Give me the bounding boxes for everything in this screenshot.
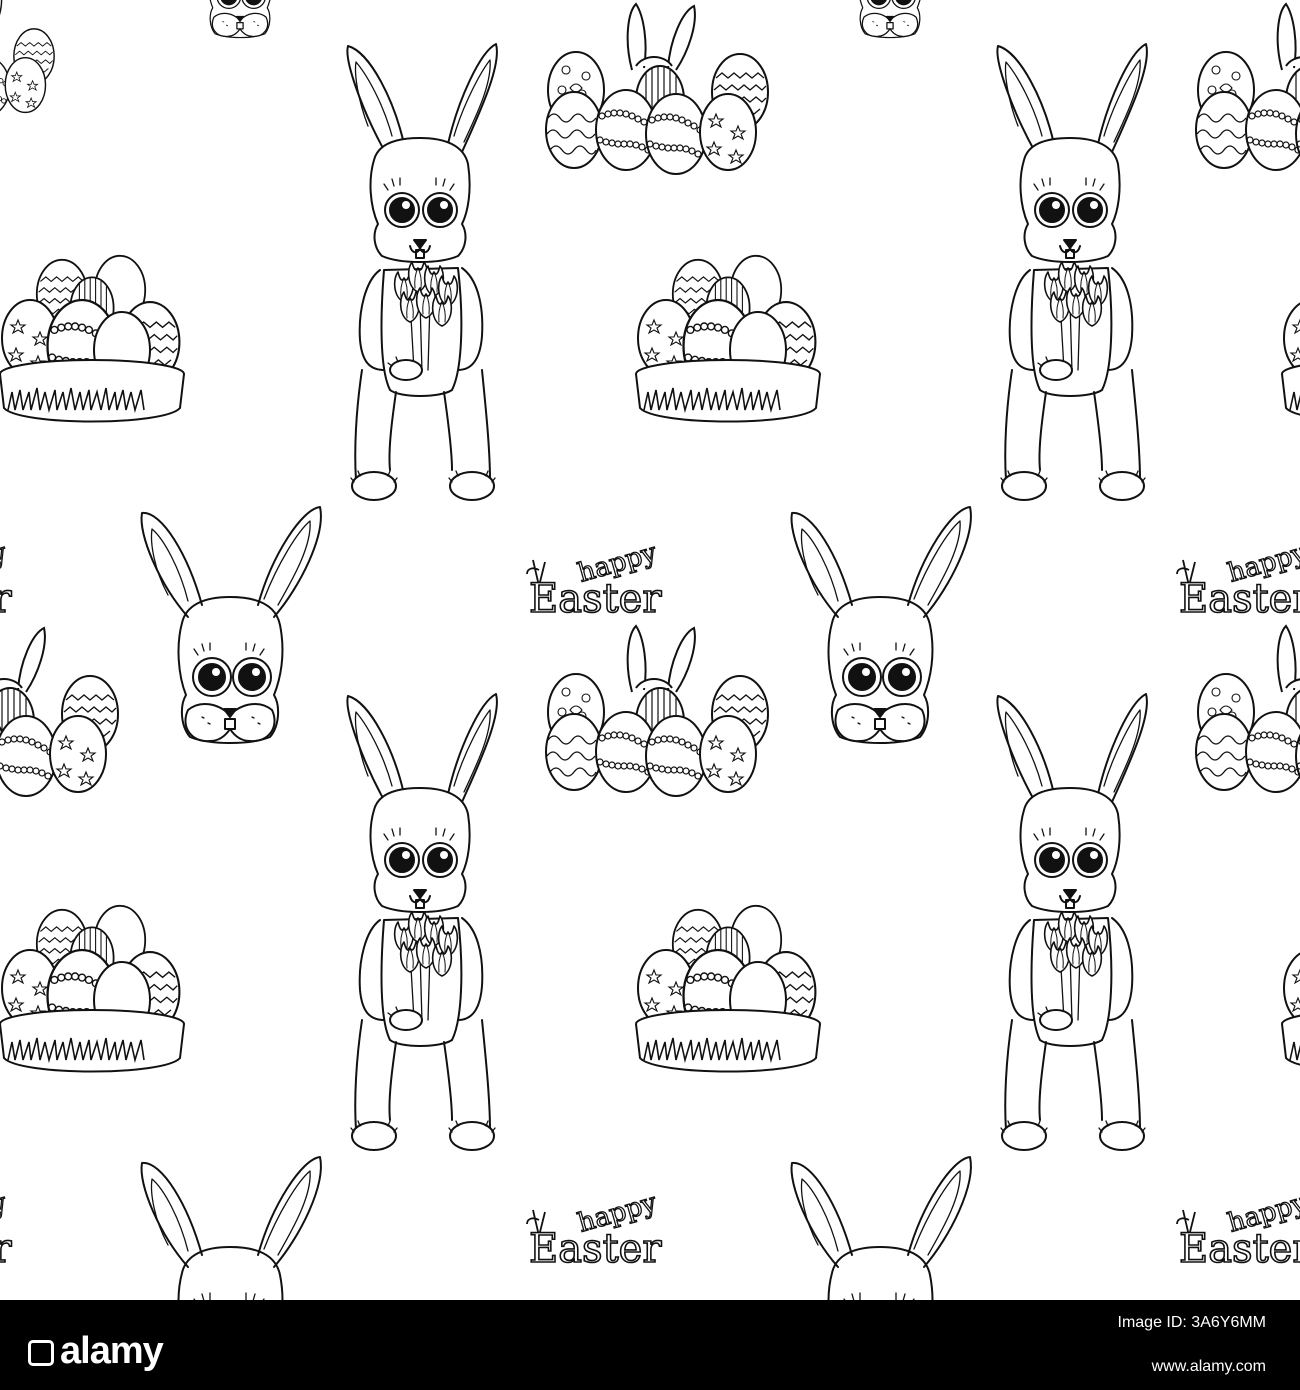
pattern-canvas: happy Easter happy Easter happy Easter h… — [0, 0, 1300, 1300]
greeting-large: Easter — [529, 576, 662, 622]
bunny-standing-with-tulips-icon — [997, 44, 1147, 500]
happy-easter-lettering: happy Easter — [526, 1187, 663, 1273]
bunny-head-icon — [184, 0, 297, 39]
egg-basket-icon — [1282, 906, 1300, 1072]
greeting-large: Easter — [1179, 576, 1300, 622]
eggs-with-bunny-ears-icon — [1196, 626, 1300, 796]
logo-icon — [28, 1340, 54, 1366]
eggs-with-bunny-ears-icon — [546, 4, 768, 174]
happy-easter-lettering: happy Easter — [1176, 537, 1300, 623]
eggs-with-bunny-ears-icon — [1196, 4, 1300, 174]
eggs-with-bunny-ears-icon — [0, 626, 118, 796]
eggs-with-bunny-ears-icon — [546, 626, 768, 796]
egg-basket-icon — [0, 256, 184, 422]
bunny-standing-with-tulips-icon — [347, 694, 497, 1150]
egg-basket-icon — [1282, 256, 1300, 422]
egg-basket-icon — [0, 906, 184, 1072]
happy-easter-lettering: happy Easter — [0, 1187, 13, 1273]
happy-easter-lettering: happy Easter — [1176, 1187, 1300, 1273]
bunny-head-icon — [140, 506, 322, 744]
egg-basket-icon — [636, 906, 820, 1072]
bunny-head-icon — [790, 506, 972, 744]
greeting-large: Easter — [529, 1226, 662, 1272]
bunny-standing-with-tulips-icon — [347, 44, 497, 500]
greeting-large: Easter — [0, 1226, 12, 1272]
bunny-head-icon — [834, 0, 947, 39]
happy-easter-lettering: happy Easter — [0, 537, 13, 623]
image-id-label: Image ID: 3A6Y6MM — [1117, 1314, 1267, 1331]
stock-logo[interactable]: alamy — [28, 1330, 164, 1372]
eggs-with-bunny-ears-icon — [0, 0, 54, 115]
bunny-standing-with-tulips-icon — [997, 694, 1147, 1150]
greeting-large: Easter — [0, 576, 12, 622]
bunny-head-icon — [790, 1156, 972, 1300]
stock-footer-bar: alamy Image ID: 3A6Y6MM www.alamy.com — [0, 1300, 1300, 1390]
site-url-link[interactable]: www.alamy.com — [1152, 1358, 1266, 1376]
easter-pattern-artwork: happy Easter happy Easter happy Easter h… — [0, 0, 1300, 1300]
logo-text: alamy — [60, 1330, 164, 1372]
egg-basket-icon — [636, 256, 820, 422]
greeting-large: Easter — [1179, 1226, 1300, 1272]
bunny-head-icon — [140, 1156, 322, 1300]
happy-easter-lettering: happy Easter — [526, 537, 663, 623]
